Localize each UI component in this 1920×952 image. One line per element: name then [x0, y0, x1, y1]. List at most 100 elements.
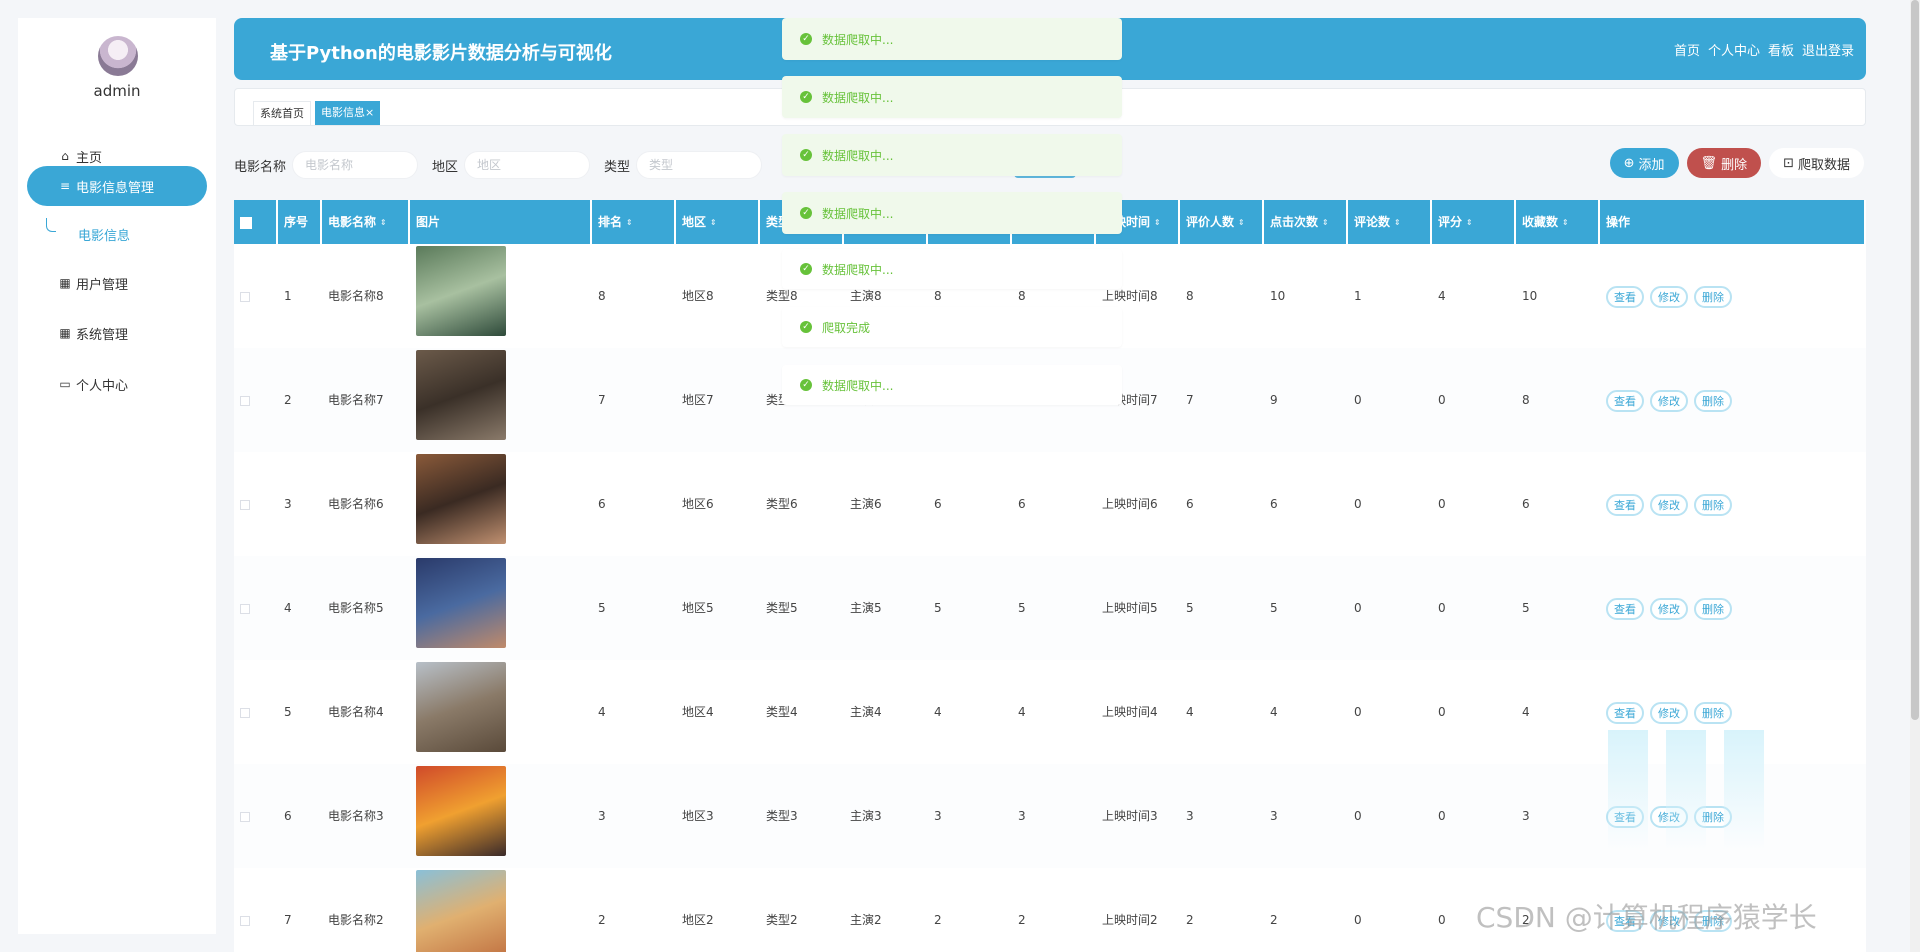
- edit-button[interactable]: 修改: [1650, 493, 1688, 516]
- column-header-comments[interactable]: 评论数 ⇕: [1348, 200, 1432, 244]
- sidebar-subitem-movie-info[interactable]: 电影信息: [78, 225, 130, 244]
- movie-poster-image[interactable]: [416, 558, 506, 648]
- sort-icon[interactable]: ⇕: [380, 218, 387, 227]
- crawl-label: 爬取数据: [1797, 157, 1850, 173]
- row-delete-button[interactable]: 删除: [1694, 493, 1732, 516]
- cell-score: 0: [1438, 497, 1446, 511]
- poster-cell: [410, 244, 592, 348]
- sort-icon[interactable]: ⇕: [1154, 218, 1161, 227]
- movie-poster-image[interactable]: [416, 350, 506, 440]
- sort-icon[interactable]: ⇕: [1466, 218, 1473, 227]
- cell-clicks: 6: [1270, 497, 1278, 511]
- plus-circle-icon: ⊕: [1623, 155, 1635, 171]
- column-header-score[interactable]: 评分 ⇕: [1432, 200, 1516, 244]
- column-header-name[interactable]: 电影名称 ⇕: [322, 200, 410, 244]
- column-header-reviews[interactable]: 评价人数 ⇕: [1180, 200, 1264, 244]
- tab-system-home[interactable]: 系统首页: [253, 101, 311, 125]
- view-button[interactable]: 查看: [1606, 701, 1644, 724]
- delete-button[interactable]: 🗑 删除: [1686, 148, 1762, 178]
- edit-button[interactable]: 修改: [1650, 597, 1688, 620]
- sidebar-item-label: 用户管理: [76, 277, 129, 293]
- row-delete-button[interactable]: 删除: [1694, 597, 1732, 620]
- cell-rank: 6: [598, 497, 606, 511]
- sort-icon[interactable]: ⇕: [710, 218, 717, 227]
- scroll-thumb[interactable]: [1911, 0, 1919, 720]
- avatar[interactable]: [98, 36, 138, 76]
- tab-movie-info[interactable]: 电影信息×: [315, 101, 381, 125]
- row-checkbox[interactable]: [234, 244, 278, 348]
- edit-button[interactable]: 修改: [1650, 389, 1688, 412]
- sidebar-item-users[interactable]: ▦ 用户管理: [26, 263, 206, 303]
- movie-poster-image[interactable]: [416, 870, 506, 952]
- nav-home[interactable]: 首页: [1674, 40, 1700, 59]
- checkbox-icon[interactable]: [240, 291, 250, 302]
- checkbox-icon[interactable]: [240, 811, 250, 822]
- row-checkbox[interactable]: [234, 764, 278, 868]
- type-search-input[interactable]: [636, 151, 763, 179]
- checkbox-icon[interactable]: [240, 499, 250, 510]
- view-button[interactable]: 查看: [1606, 493, 1644, 516]
- region-search-input[interactable]: [464, 151, 591, 179]
- view-button[interactable]: 查看: [1606, 285, 1644, 308]
- select-all-checkbox[interactable]: [234, 200, 278, 244]
- movie-poster-image[interactable]: [416, 246, 506, 336]
- sort-icon[interactable]: ⇕: [1238, 218, 1245, 227]
- cell-c2: 5: [1018, 601, 1026, 615]
- cell-type: 类型2: [766, 913, 798, 927]
- row-checkbox[interactable]: [234, 868, 278, 952]
- cell-star: 主演3: [850, 809, 882, 823]
- sort-icon[interactable]: ⇕: [1322, 218, 1329, 227]
- cell-date: 上映时间3: [1102, 809, 1158, 823]
- cell-region: 地区2: [682, 913, 714, 927]
- sort-icon[interactable]: ⇕: [1394, 218, 1401, 227]
- table-row[interactable]: 3 电影名称6 6 地区6 类型6 主演6 6 6 上映时间6 6 6 0 0 6 查看 修改 删除: [234, 452, 1866, 556]
- row-checkbox[interactable]: [234, 660, 278, 764]
- sidebar-item-movie-management[interactable]: ≡ 电影信息管理: [27, 166, 207, 206]
- toast-message: ✓ 数据爬取中...: [782, 134, 1122, 176]
- cell-comments: 0: [1354, 601, 1362, 615]
- row-delete-button[interactable]: 删除: [1694, 701, 1732, 724]
- scrollbar[interactable]: [1910, 0, 1920, 952]
- movie-poster-image[interactable]: [416, 662, 506, 752]
- checkbox-icon[interactable]: [240, 603, 250, 614]
- row-delete-button[interactable]: 删除: [1694, 285, 1732, 308]
- nav-logout[interactable]: 退出登录: [1802, 40, 1854, 59]
- nav-dashboard[interactable]: 看板: [1768, 40, 1794, 59]
- edit-button[interactable]: 修改: [1650, 701, 1688, 724]
- toast-message: ✓ 数据爬取中...: [782, 18, 1122, 60]
- row-delete-button[interactable]: 删除: [1694, 389, 1732, 412]
- check-circle-icon: ✓: [800, 379, 812, 391]
- checkbox-icon[interactable]: [240, 915, 250, 926]
- cell-date: 上映时间5: [1102, 601, 1158, 615]
- add-button[interactable]: ⊕ 添加: [1609, 148, 1679, 178]
- cell-c2: 4: [1018, 705, 1026, 719]
- row-checkbox[interactable]: [234, 452, 278, 556]
- column-header-fav[interactable]: 收藏数 ⇕: [1516, 200, 1600, 244]
- checkbox-icon[interactable]: [240, 216, 252, 229]
- edit-button[interactable]: 修改: [1650, 285, 1688, 308]
- sidebar-item-system[interactable]: ▦ 系统管理: [26, 313, 206, 353]
- cell-c1: 5: [934, 601, 942, 615]
- checkbox-icon[interactable]: [240, 395, 250, 406]
- movie-poster-image[interactable]: [416, 454, 506, 544]
- table-row[interactable]: 4 电影名称5 5 地区5 类型5 主演5 5 5 上映时间5 5 5 0 0 5 查看 修改 删除: [234, 556, 1866, 660]
- nav-profile[interactable]: 个人中心: [1708, 40, 1760, 59]
- movie-poster-image[interactable]: [416, 766, 506, 856]
- view-button[interactable]: 查看: [1606, 389, 1644, 412]
- view-button[interactable]: 查看: [1606, 597, 1644, 620]
- sort-icon[interactable]: ⇕: [1562, 218, 1569, 227]
- column-header-rank[interactable]: 排名 ⇕: [592, 200, 676, 244]
- column-header-clicks[interactable]: 点击次数 ⇕: [1264, 200, 1348, 244]
- row-checkbox[interactable]: [234, 556, 278, 660]
- cell-region: 地区3: [682, 809, 714, 823]
- toast-message: ✓ 数据爬取中...: [782, 365, 1122, 405]
- sort-icon[interactable]: ⇕: [626, 218, 633, 227]
- row-checkbox[interactable]: [234, 348, 278, 452]
- sidebar: admin ⌂ 主页 ≡ 电影信息管理 电影信息 ▦ 用户管理 ▦ 系统管理 ▭…: [18, 18, 216, 934]
- sidebar-item-profile[interactable]: ▭ 个人中心: [26, 364, 206, 404]
- column-header-region[interactable]: 地区 ⇕: [676, 200, 760, 244]
- crawl-button[interactable]: ⊡ 爬取数据: [1769, 148, 1864, 178]
- sidebar-item-label: 主页: [76, 150, 103, 166]
- name-search-input[interactable]: [292, 151, 419, 179]
- checkbox-icon[interactable]: [240, 707, 250, 718]
